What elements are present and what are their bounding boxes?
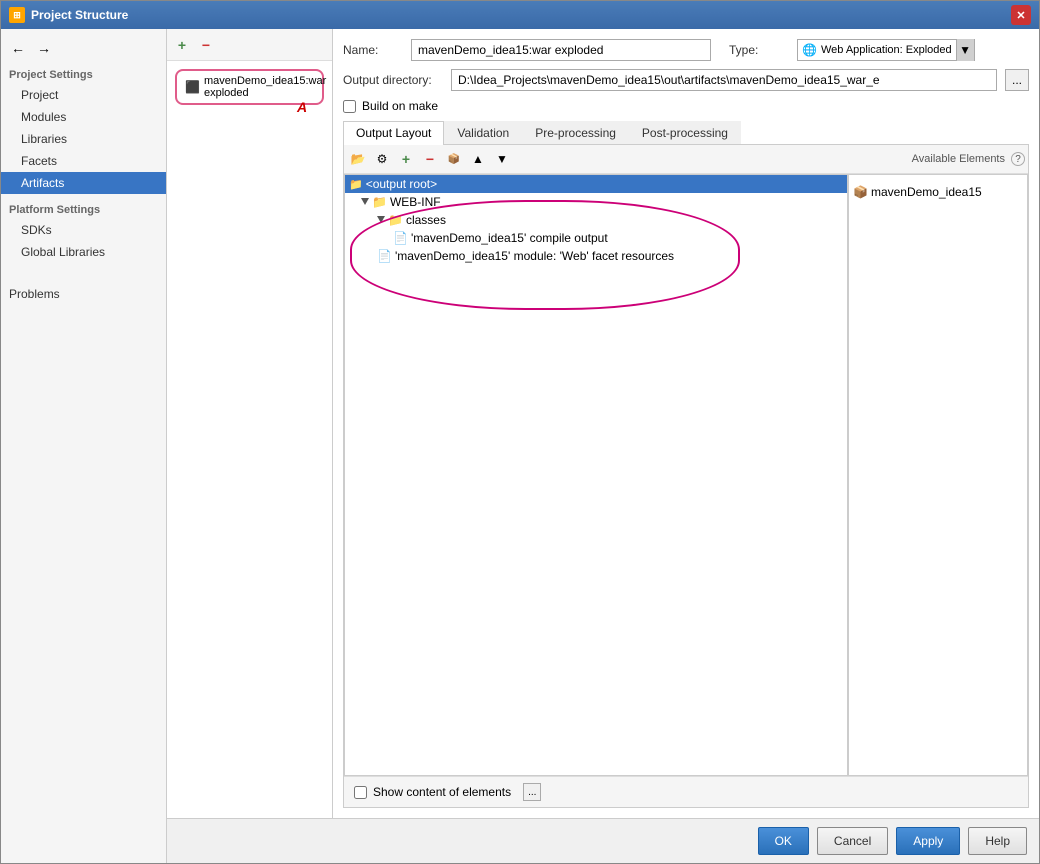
available-item-maven[interactable]: 📦 mavenDemo_idea15 [849,183,1027,201]
artifact-web-icon: ⬛ [185,80,200,94]
sidebar-item-project[interactable]: Project [1,84,166,106]
type-label: Type: [729,43,789,57]
build-on-make-checkbox[interactable] [343,100,356,113]
tree-item-webinf[interactable]: 📁 WEB-INF [345,193,847,211]
tree-item-output-root[interactable]: 📁 <output root> [345,175,847,193]
layout-jar-button[interactable]: 📦 [443,148,465,170]
build-on-make-row: Build on make [343,99,1029,113]
output-layout-panel: 📂 ⚙ + − 📦 ▲ ▼ Available Elements ? [343,145,1029,808]
module-icon: 📦 [853,185,868,199]
layout-up-button[interactable]: ▲ [467,148,489,170]
expand-classes-icon [377,216,385,224]
sidebar-item-problems[interactable]: Problems [1,283,166,305]
available-item-label: mavenDemo_idea15 [871,185,982,199]
help-button[interactable]: Help [968,827,1027,855]
sidebar-item-facets[interactable]: Facets [1,150,166,172]
compile-icon: 📄 [393,231,408,245]
window-icon: ⊞ [9,7,25,23]
tree-item-web-resources[interactable]: 📄 'mavenDemo_idea15' module: 'Web' facet… [345,247,847,265]
sidebar-item-sdks[interactable]: SDKs [1,219,166,241]
sidebar-item-artifacts[interactable]: Artifacts [1,172,166,194]
available-header [849,175,1027,183]
layout-remove-button[interactable]: − [419,148,441,170]
show-content-dots-button[interactable]: ... [523,783,541,801]
available-elements-label: Available Elements [912,153,1005,165]
name-row: Name: Type: 🌐 Web Application: Exploded … [343,39,1029,61]
output-dir-label: Output directory: [343,73,443,87]
tree-item-classes[interactable]: 📁 classes [345,211,847,229]
build-on-make-label: Build on make [362,99,438,113]
type-dropdown-arrow[interactable]: ▼ [956,39,974,61]
show-content-checkbox[interactable] [354,786,367,799]
platform-settings-header: Platform Settings [1,194,166,219]
apply-button[interactable]: Apply [896,827,960,855]
sidebar-item-modules[interactable]: Modules [1,106,166,128]
project-settings-header: Project Settings [1,63,166,84]
webinf-folder-icon: 📁 [372,195,387,209]
cancel-button[interactable]: Cancel [817,827,888,855]
output-dir-row: Output directory: ... [343,69,1029,91]
form-panel: Name: Type: 🌐 Web Application: Exploded … [333,29,1039,818]
layout-add-button[interactable]: + [395,148,417,170]
type-dropdown[interactable]: 🌐 Web Application: Exploded ▼ [797,39,975,61]
show-content-row: Show content of elements ... [354,783,541,801]
tab-pre-processing[interactable]: Pre-processing [522,121,629,144]
name-label: Name: [343,43,403,57]
available-elements-panel: 📦 mavenDemo_idea15 [848,174,1028,776]
layout-plus-icon: + [402,151,410,167]
title-bar: ⊞ Project Structure ✕ [1,1,1039,29]
artifact-label: mavenDemo_idea15:war exploded [204,75,326,99]
sidebar: ← → Project Settings Project Modules Lib… [1,29,167,863]
sidebar-item-libraries[interactable]: Libraries [1,128,166,150]
content-area: ← → Project Settings Project Modules Lib… [1,29,1039,863]
compile-output-label: 'mavenDemo_idea15' compile output [411,231,608,245]
close-button[interactable]: ✕ [1011,5,1031,25]
bottom-area: Show content of elements ... [344,776,1028,807]
tabs-bar: Output Layout Validation Pre-processing … [343,121,1029,145]
ok-button[interactable]: OK [758,827,809,855]
back-button[interactable]: ← [7,37,29,59]
forward-button[interactable]: → [33,37,55,59]
tree-panel: 📁 <output root> 📁 WEB-INF [344,174,848,776]
tree-item-compile-output[interactable]: 📄 'mavenDemo_idea15' compile output [345,229,847,247]
add-artifact-button[interactable]: + [171,34,193,56]
layout-toolbar: 📂 ⚙ + − 📦 ▲ ▼ Available Elements ? [344,145,1028,174]
output-dir-input[interactable] [451,69,997,91]
minus-icon: − [202,37,210,53]
expand-webinf-icon [361,198,369,206]
layout-properties-button[interactable]: ⚙ [371,148,393,170]
footer: OK Cancel Apply Help [167,818,1039,863]
layout-expand-button[interactable]: 📂 [347,148,369,170]
type-value: Web Application: Exploded [821,44,956,56]
output-dir-browse-button[interactable]: ... [1005,69,1029,91]
name-input[interactable] [411,39,711,61]
remove-artifact-button[interactable]: − [195,34,217,56]
tree-area: 📁 <output root> 📁 WEB-INF [344,174,1028,776]
project-structure-window: ⊞ Project Structure ✕ ← → Project Settin… [0,0,1040,864]
layout-down-button[interactable]: ▼ [491,148,513,170]
help-icon[interactable]: ? [1011,152,1025,166]
artifacts-toolbar: + − [167,29,332,61]
plus-icon: + [178,37,186,53]
tab-validation[interactable]: Validation [444,121,522,144]
annotation-a: A [297,99,307,115]
web-resources-label: 'mavenDemo_idea15' module: 'Web' facet r… [395,249,674,263]
resources-icon: 📄 [377,249,392,263]
output-root-folder-icon: 📁 [349,178,363,191]
sidebar-item-global-libraries[interactable]: Global Libraries [1,241,166,263]
tab-output-layout[interactable]: Output Layout [343,121,444,145]
classes-label: classes [406,213,446,227]
show-content-label: Show content of elements [373,785,511,799]
webinf-label: WEB-INF [390,195,441,209]
layout-minus-icon: − [426,151,434,167]
main-panel: + − ⬛ mavenDemo_idea15:war exploded [167,29,1039,863]
classes-folder-icon: 📁 [388,213,403,227]
web-app-type-icon: 🌐 [798,43,821,57]
output-root-label: <output root> [366,177,437,191]
tab-post-processing[interactable]: Post-processing [629,121,741,144]
window-title: Project Structure [31,8,1011,22]
